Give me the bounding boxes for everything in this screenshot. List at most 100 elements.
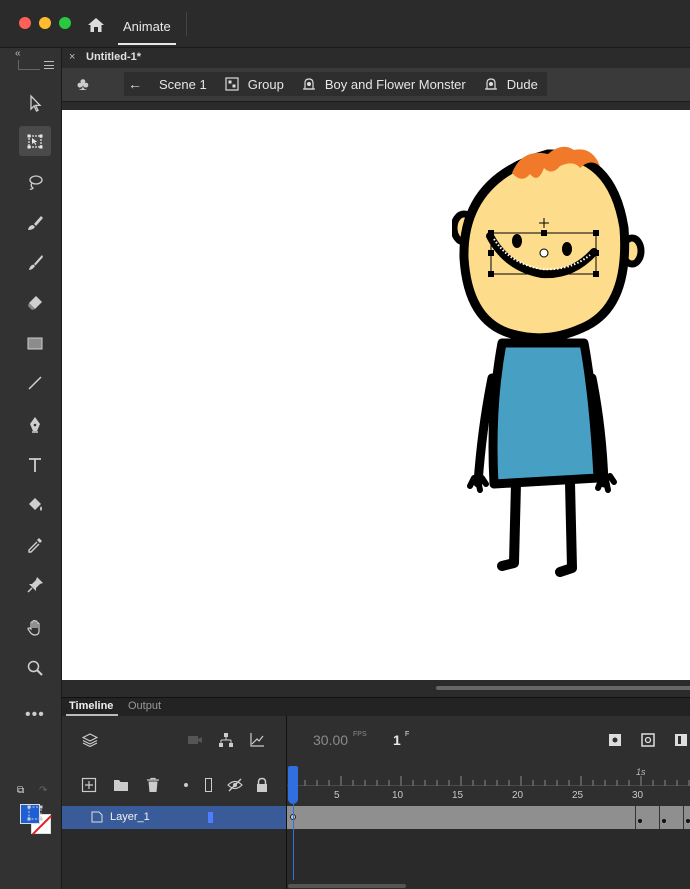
tick-label: 5: [334, 790, 340, 801]
document-tab-bar: × Untitled-1*: [62, 48, 690, 68]
zoom-window-button[interactable]: [59, 17, 71, 29]
timeline-tabs: Timeline Output: [62, 698, 690, 716]
layer-row[interactable]: Layer_1: [62, 806, 286, 829]
object-drawing-tool[interactable]: [19, 798, 51, 828]
outline-icon[interactable]: [205, 778, 212, 792]
new-layer-icon[interactable]: [81, 777, 97, 793]
delete-layer-icon[interactable]: [145, 777, 161, 793]
ruler-ticks: [287, 776, 690, 786]
breadcrumb: ← Scene 1 Group Boy and Flower Monster D…: [124, 72, 547, 96]
pin-icon: [27, 577, 43, 593]
text-tool[interactable]: [19, 450, 51, 480]
object-drawing-icon: [27, 805, 43, 821]
more-tools-icon[interactable]: •••: [25, 706, 45, 724]
swap-colors-icon[interactable]: ⧉: [17, 785, 24, 796]
tick-label: 20: [512, 790, 524, 801]
document-tab[interactable]: Untitled-1*: [86, 51, 141, 63]
timeline-controls: [62, 716, 286, 766]
crumb-scene-label: Scene 1: [159, 76, 207, 92]
crumb-boy-and-flower-monster-label: Boy and Flower Monster: [324, 76, 466, 92]
paint-brush-tool[interactable]: [19, 248, 51, 278]
paint-bucket-tool[interactable]: [19, 490, 51, 520]
crumb-boy-and-flower-monster[interactable]: Boy and Flower Monster: [293, 72, 475, 96]
group-icon: [225, 77, 239, 91]
close-window-button[interactable]: [19, 17, 31, 29]
stage-canvas[interactable]: [62, 110, 690, 680]
eraser-icon: [28, 296, 42, 310]
home-icon[interactable]: [87, 17, 105, 33]
back-arrow-icon[interactable]: ←: [124, 76, 150, 92]
parenting-icon[interactable]: [218, 732, 234, 748]
clubs-icon[interactable]: ♣: [77, 74, 89, 95]
title-divider: [186, 12, 187, 36]
paintbrush-icon: [29, 255, 43, 270]
zoom-icon: [27, 660, 43, 676]
lock-icon[interactable]: [254, 777, 270, 793]
symbol-icon: [302, 78, 315, 90]
line-tool[interactable]: [19, 368, 51, 398]
bucket-icon: [29, 498, 42, 511]
tick-label: 30: [632, 790, 644, 801]
lasso-icon: [29, 175, 43, 190]
visibility-icon[interactable]: [227, 777, 243, 793]
timeline-horizontal-scrollbar[interactable]: [288, 884, 406, 888]
crumb-dude[interactable]: Dude: [475, 72, 547, 96]
brush-tool[interactable]: [19, 208, 51, 238]
loop-icon[interactable]: [640, 732, 656, 748]
crumb-dude-label: Dude: [506, 76, 538, 92]
lasso-tool[interactable]: [19, 167, 51, 197]
crumb-group[interactable]: Group: [216, 72, 293, 96]
layers-icon[interactable]: [82, 732, 98, 748]
stage-horizontal-scrollbar[interactable]: [436, 686, 690, 690]
tools-panel: « ••• ⧉ ↷: [0, 48, 62, 889]
onion-skin-icon[interactable]: [673, 732, 689, 748]
close-document-icon[interactable]: ×: [69, 51, 75, 63]
layer-name[interactable]: Layer_1: [110, 811, 150, 823]
fps-unit: FPS: [353, 731, 367, 738]
rectangle-tool[interactable]: [19, 328, 51, 358]
eyedropper-tool[interactable]: [19, 530, 51, 560]
new-folder-icon[interactable]: [113, 777, 129, 793]
current-frame-value[interactable]: 1: [393, 732, 401, 748]
camera-icon[interactable]: [187, 732, 203, 748]
timeline-divider: [286, 716, 287, 889]
fps-value[interactable]: 30.00: [313, 732, 348, 748]
hand-tool[interactable]: [19, 613, 51, 643]
eyedropper-icon: [28, 538, 42, 553]
collapse-panel-icon[interactable]: «: [15, 48, 21, 59]
frame-unit: F: [405, 731, 410, 738]
highlight-dot-icon[interactable]: [184, 783, 188, 787]
zoom-tool[interactable]: [19, 653, 51, 683]
tab-timeline[interactable]: Timeline: [69, 700, 113, 712]
rectangle-icon: [27, 337, 43, 350]
minimize-window-button[interactable]: [39, 17, 51, 29]
title-bar: Animate: [0, 0, 690, 48]
eraser-tool[interactable]: [19, 288, 51, 318]
dude-character[interactable]: [452, 138, 652, 588]
playhead[interactable]: [288, 766, 298, 804]
free-transform-tool[interactable]: [19, 126, 51, 156]
crumb-scene[interactable]: Scene 1: [150, 72, 216, 96]
arrow-icon: [30, 94, 42, 112]
panel-grip[interactable]: [18, 60, 40, 70]
frame-span-markers: [635, 806, 690, 829]
frame-ruler[interactable]: 1s 5 10 15 20 25 30: [287, 766, 690, 806]
pin-tool[interactable]: [19, 570, 51, 600]
reset-colors-icon[interactable]: ↷: [39, 785, 47, 796]
panel-menu-icon[interactable]: [44, 61, 54, 69]
symbol-icon: [484, 78, 497, 90]
layer-page-icon: [91, 811, 103, 823]
app-title[interactable]: Animate: [123, 19, 171, 34]
layer-frames[interactable]: [287, 806, 690, 829]
stage-area: [62, 102, 690, 697]
selection-tool[interactable]: [19, 88, 51, 118]
pen-tool[interactable]: [19, 410, 51, 440]
layer-color-swatch[interactable]: [208, 812, 213, 823]
graph-icon[interactable]: [249, 732, 265, 748]
tab-output[interactable]: Output: [128, 700, 161, 712]
transform-icon: [27, 134, 43, 149]
playback-controls: 30.00 FPS 1 F: [287, 716, 690, 766]
center-frame-icon[interactable]: [607, 732, 623, 748]
text-icon: [29, 458, 41, 472]
pen-icon: [30, 417, 40, 433]
